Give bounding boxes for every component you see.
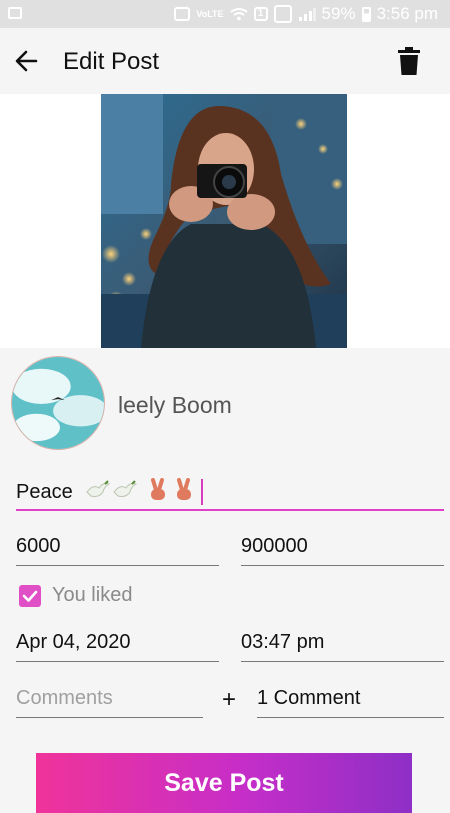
post-photo[interactable] <box>101 94 347 348</box>
trash-icon[interactable] <box>396 46 422 76</box>
clock: 3:56 pm <box>376 4 438 23</box>
text-cursor <box>201 479 203 505</box>
comment-count-field[interactable]: 1 Comment <box>257 684 444 718</box>
likes-value: 6000 <box>16 535 61 557</box>
app-bar: Edit Post <box>0 28 450 94</box>
caption-input[interactable]: Peace <box>16 477 444 511</box>
caption-text: Peace <box>16 481 73 503</box>
status-icons: VoLTE 1 59% 3:56 pm <box>174 4 438 24</box>
page-title: Edit Post <box>63 48 160 75</box>
username: leely Boom <box>118 392 232 418</box>
sim-card-icon <box>273 5 292 23</box>
date-value: Apr 04, 2020 <box>16 631 131 653</box>
dove-emoji <box>113 480 138 497</box>
status-bar: VoLTE 1 59% 3:56 pm <box>0 0 450 28</box>
add-comment-button[interactable]: + <box>222 686 236 714</box>
battery-icon <box>361 6 371 22</box>
likes-field[interactable]: 6000 <box>16 532 219 566</box>
avatar[interactable] <box>11 356 105 450</box>
volte-indicator: VoLTE <box>196 8 224 19</box>
victory-hand-emoji <box>151 478 165 500</box>
back-arrow-icon[interactable] <box>12 46 42 76</box>
time-field[interactable]: 03:47 pm <box>241 628 444 662</box>
save-post-button[interactable]: Save Post <box>36 753 412 813</box>
wifi-icon <box>229 8 248 21</box>
gallery-notification-icon <box>8 7 22 19</box>
liked-checkbox[interactable] <box>19 585 41 607</box>
victory-hand-emoji <box>177 478 191 500</box>
notification-icon <box>174 7 191 21</box>
comment-count: 1 Comment <box>257 687 361 709</box>
date-field[interactable]: Apr 04, 2020 <box>16 628 219 662</box>
sim-badge-icon: 1 <box>253 7 268 21</box>
battery-percent: 59% <box>321 4 356 23</box>
post-image-area <box>0 94 450 348</box>
views-field[interactable]: 900000 <box>241 532 444 566</box>
signal-icon <box>298 8 316 21</box>
liked-label[interactable]: You liked <box>52 584 132 607</box>
dove-emoji <box>86 480 111 497</box>
views-value: 900000 <box>241 535 308 557</box>
time-value: 03:47 pm <box>241 631 325 653</box>
comments-placeholder: Comments <box>16 687 113 709</box>
comments-input[interactable]: Comments <box>16 684 203 718</box>
